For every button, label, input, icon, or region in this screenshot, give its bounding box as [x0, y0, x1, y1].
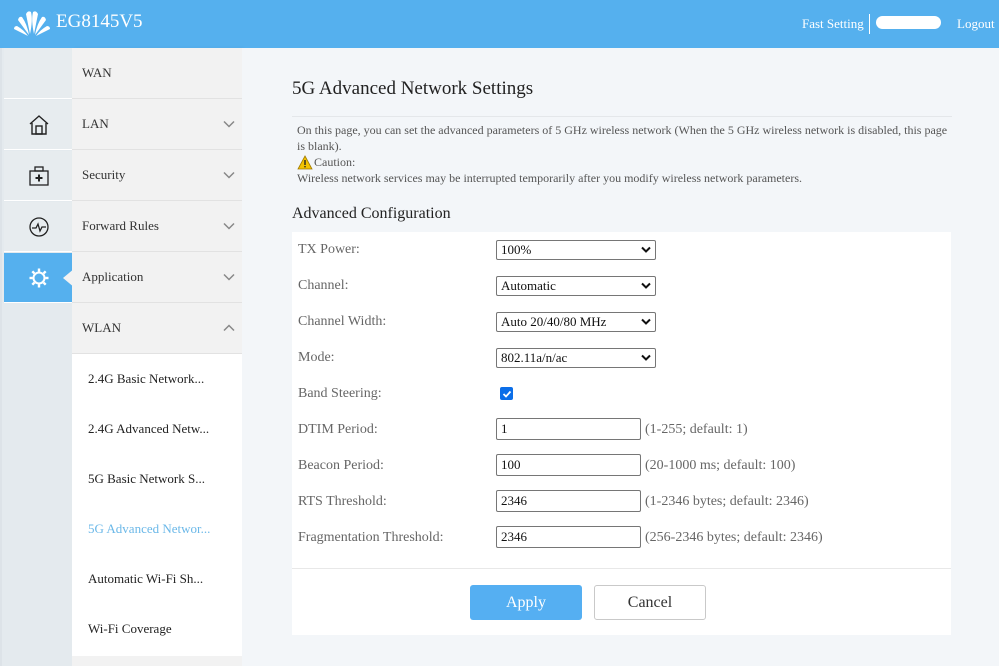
fragmentation-threshold-row: Fragmentation Threshold: (256-2346 bytes…	[292, 520, 951, 556]
fragmentation-threshold-input[interactable]	[496, 526, 641, 548]
dtim-period-input[interactable]	[496, 418, 641, 440]
menu-item-wan[interactable]: WAN	[72, 48, 242, 99]
sidebar-icon-blank	[4, 48, 74, 99]
main-content: 5G Advanced Network Settings On this pag…	[242, 48, 999, 666]
chevron-down-icon	[223, 222, 235, 230]
chevron-down-icon	[223, 120, 235, 128]
mode-value: 802.11a/n/ac	[501, 350, 568, 365]
chevron-down-icon	[223, 171, 235, 179]
submenu-item-wifi-coverage[interactable]: Wi-Fi Coverage	[72, 604, 242, 654]
header-divider	[869, 14, 870, 34]
gear-icon	[29, 268, 49, 287]
warning-icon	[297, 154, 313, 169]
sidebar-icon-column	[0, 48, 75, 666]
channel-select[interactable]: Automatic	[496, 276, 656, 296]
security-kit-icon	[29, 165, 49, 186]
band-steering-label: Band Steering:	[298, 386, 382, 401]
menu-item-security[interactable]: Security	[72, 150, 242, 201]
username-redacted	[876, 16, 941, 29]
caution-text: Wireless network services may be interru…	[297, 171, 803, 185]
submenu-item-24g-advanced[interactable]: 2.4G Advanced Netw...	[72, 404, 242, 454]
fragmentation-threshold-hint: (256-2346 bytes; default: 2346)	[645, 530, 823, 545]
home-icon	[29, 114, 49, 135]
chevron-down-icon	[641, 354, 651, 361]
caution-row: Caution:	[297, 154, 957, 170]
huawei-logo-icon	[14, 11, 50, 36]
tx-power-label: TX Power:	[298, 242, 360, 257]
tx-power-select[interactable]: 100%	[496, 240, 656, 260]
sidebar-menu: WAN LAN Security Forward Rules Applicati…	[72, 48, 242, 666]
submenu-item-24g-basic[interactable]: 2.4G Basic Network...	[72, 354, 242, 404]
description-text: On this page, you can set the advanced p…	[297, 123, 948, 153]
sidebar-icon-diagnostics[interactable]	[4, 202, 74, 252]
menu-item-label: LAN	[82, 116, 109, 131]
page-description: On this page, you can set the advanced p…	[297, 122, 957, 186]
apply-button[interactable]: Apply	[470, 585, 582, 620]
mode-select[interactable]: 802.11a/n/ac	[496, 348, 656, 368]
submenu-item-5g-basic[interactable]: 5G Basic Network S...	[72, 454, 242, 504]
menu-item-label: WLAN	[82, 320, 121, 335]
panel-divider	[292, 568, 951, 569]
advanced-config-panel: TX Power: 100% Channel: Automatic Channe…	[292, 232, 951, 635]
beacon-period-label: Beacon Period:	[298, 458, 384, 473]
channel-row: Channel: Automatic	[292, 268, 951, 304]
dtim-period-hint: (1-255; default: 1)	[645, 422, 748, 437]
caution-label: Caution:	[314, 155, 356, 169]
pulse-icon	[29, 216, 49, 237]
menu-item-application[interactable]: Application	[72, 252, 242, 303]
chevron-down-icon	[641, 246, 651, 253]
mode-row: Mode: 802.11a/n/ac	[292, 340, 951, 376]
beacon-period-hint: (20-1000 ms; default: 100)	[645, 458, 796, 473]
fragmentation-threshold-label: Fragmentation Threshold:	[298, 530, 444, 545]
menu-item-lan[interactable]: LAN	[72, 99, 242, 150]
chevron-down-icon	[641, 318, 651, 325]
menu-item-label: Application	[82, 269, 144, 284]
menu-item-label: WAN	[82, 65, 112, 80]
channel-width-select[interactable]: Auto 20/40/80 MHz	[496, 312, 656, 332]
checkmark-icon	[502, 390, 511, 398]
logout-link[interactable]: Logout	[957, 16, 995, 32]
tx-power-row: TX Power: 100%	[292, 232, 951, 268]
channel-label: Channel:	[298, 278, 349, 293]
rts-threshold-label: RTS Threshold:	[298, 494, 387, 509]
channel-width-value: Auto 20/40/80 MHz	[501, 314, 607, 329]
channel-width-row: Channel Width: Auto 20/40/80 MHz	[292, 304, 951, 340]
page-title: 5G Advanced Network Settings	[292, 78, 534, 99]
beacon-period-input[interactable]	[496, 454, 641, 476]
sidebar-icon-home[interactable]	[4, 100, 74, 150]
section-title: Advanced Configuration	[292, 205, 451, 222]
rts-threshold-hint: (1-2346 bytes; default: 2346)	[645, 494, 809, 509]
wlan-submenu: 2.4G Basic Network... 2.4G Advanced Netw…	[72, 354, 242, 656]
top-header: EG8145V5 Fast Setting Logout	[0, 0, 999, 48]
mode-label: Mode:	[298, 350, 335, 365]
submenu-item-5g-advanced[interactable]: 5G Advanced Networ...	[72, 504, 242, 554]
menu-item-forward-rules[interactable]: Forward Rules	[72, 201, 242, 252]
menu-item-label: Security	[82, 167, 126, 182]
band-steering-checkbox[interactable]	[500, 387, 513, 400]
channel-width-label: Channel Width:	[298, 314, 387, 329]
beacon-period-row: Beacon Period: (20-1000 ms; default: 100…	[292, 448, 951, 484]
dtim-period-label: DTIM Period:	[298, 422, 378, 437]
chevron-down-icon	[223, 273, 235, 281]
menu-item-label: Forward Rules	[82, 218, 159, 233]
chevron-up-icon	[223, 324, 235, 332]
rts-threshold-row: RTS Threshold: (1-2346 bytes; default: 2…	[292, 484, 951, 520]
tx-power-value: 100%	[501, 242, 532, 257]
fast-setting-link[interactable]: Fast Setting	[802, 16, 872, 32]
channel-value: Automatic	[501, 278, 556, 293]
sidebar-icon-application[interactable]	[4, 253, 75, 303]
title-divider	[292, 116, 952, 117]
dtim-period-row: DTIM Period: (1-255; default: 1)	[292, 412, 951, 448]
sidebar-icon-security[interactable]	[4, 151, 74, 201]
rts-threshold-input[interactable]	[496, 490, 641, 512]
chevron-down-icon	[641, 282, 651, 289]
cancel-button[interactable]: Cancel	[594, 585, 706, 620]
submenu-item-auto-wifi-shutdown[interactable]: Automatic Wi-Fi Sh...	[72, 554, 242, 604]
device-model: EG8145V5	[56, 11, 143, 32]
band-steering-row: Band Steering:	[292, 376, 951, 412]
menu-item-wlan[interactable]: WLAN	[72, 303, 242, 354]
